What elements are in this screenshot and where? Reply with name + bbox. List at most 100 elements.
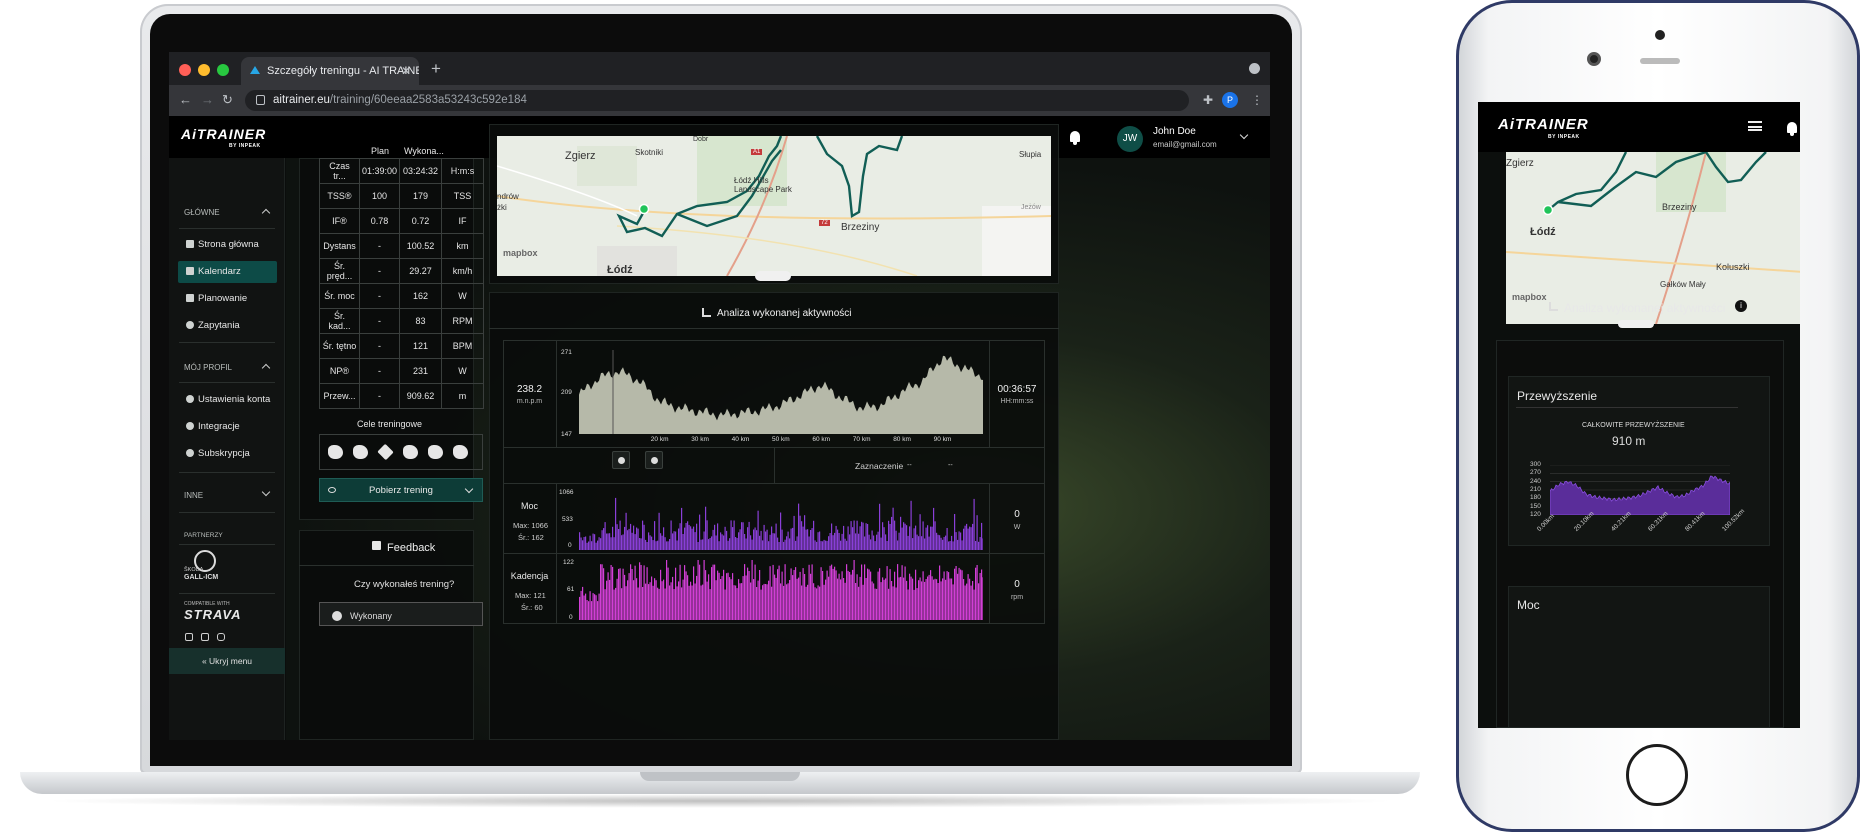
youtube-icon[interactable] (201, 633, 209, 641)
minimize-window-button[interactable] (198, 64, 210, 76)
phone-brand-logo[interactable]: AiTRAINER (1498, 116, 1589, 133)
target-toggle-button[interactable] (645, 451, 663, 469)
power-bar (898, 532, 900, 550)
sidebar: GŁÓWNE Strona główna Kalendarz Planowani… (169, 158, 285, 740)
cadence-bar (798, 577, 800, 620)
user-avatar[interactable]: JW (1117, 126, 1143, 152)
cadence-bar (754, 564, 756, 620)
favicon-icon (250, 66, 260, 74)
sidebar-item-questions[interactable]: Zapytania (178, 315, 277, 337)
sidebar-section-profile: MÓJ PROFIL (184, 363, 233, 372)
forward-icon[interactable]: → (201, 92, 214, 107)
sidebar-item-home[interactable]: Strona główna (178, 234, 277, 256)
cadence-bar (955, 566, 957, 620)
collapse-main-icon[interactable] (261, 208, 271, 218)
route-map[interactable]: Zgierz Skotniki Łódź Hills Landscape Par… (497, 136, 1051, 276)
download-training-button[interactable]: Pobierz trening (319, 478, 483, 502)
mapbox-logo[interactable]: mapbox (503, 248, 538, 258)
cadence-bar (586, 600, 588, 620)
new-tab-button[interactable]: + (431, 59, 441, 79)
map-info-icon[interactable]: i (1735, 300, 1747, 312)
cadence-chart[interactable] (579, 558, 983, 620)
cadence-bar (688, 585, 690, 620)
feedback-done-option[interactable]: Wykonany (319, 602, 483, 626)
phone-home-button[interactable] (1626, 744, 1688, 806)
power-bar (613, 537, 615, 550)
power-chart[interactable] (579, 488, 983, 550)
cadence-bar (768, 580, 770, 620)
cadence-bar (598, 593, 600, 620)
user-menu-chevron-icon[interactable] (1239, 130, 1249, 140)
user-name[interactable]: John Doe (1153, 126, 1196, 137)
power-bar (775, 523, 777, 550)
phone-analysis-title: Analiza wykonanej aktywności (1564, 301, 1726, 315)
sidebar-item-calendar[interactable]: Kalendarz (178, 261, 277, 283)
power-bar (628, 528, 630, 550)
tab-search-icon[interactable] (1249, 63, 1260, 74)
power-bar (937, 534, 939, 550)
sidebar-item-planning[interactable]: Planowanie (178, 288, 277, 310)
cadence-bar (703, 560, 705, 620)
cadence-bar (802, 568, 804, 620)
power-bar (684, 527, 686, 550)
cadence-bar (790, 568, 792, 620)
close-window-button[interactable] (179, 64, 191, 76)
summary-cell-done: 100.52 (399, 233, 443, 259)
strava-logo[interactable]: STRAVA (184, 607, 242, 622)
power-bar (889, 524, 891, 550)
expand-other-icon[interactable] (261, 487, 271, 497)
hide-menu-button[interactable]: « Ukryj menu (169, 648, 285, 674)
cadence-bar (948, 572, 950, 620)
hamburger-menu-icon[interactable] (1748, 121, 1762, 131)
cadence-bar (813, 583, 815, 620)
cadence-bar (792, 575, 794, 620)
summary-cell-unit: TSS (441, 183, 485, 209)
goal-icon-4 (403, 445, 418, 459)
facebook-icon[interactable] (185, 633, 193, 641)
profile-avatar[interactable]: P (1222, 92, 1238, 108)
phone-route-map[interactable]: Zgierz Brzeziny Łódź Koluszki Gałków Mał… (1506, 152, 1800, 324)
cadence-bar (970, 585, 972, 620)
phone-mapbox-logo[interactable]: mapbox (1512, 292, 1547, 302)
brand-logo[interactable]: AiTRAINER (181, 126, 266, 142)
cadence-bar (853, 560, 855, 620)
power-bar (798, 503, 800, 550)
sidebar-item-subscription[interactable]: Subskrypcja (178, 443, 277, 465)
cadence-bar (828, 576, 830, 620)
url-input[interactable]: aitrainer.eu/training/60eeaa2583a53243c5… (245, 90, 1189, 111)
notifications-bell-icon[interactable] (1070, 131, 1080, 145)
sidebar-item-label: Ustawienia konta (198, 394, 271, 405)
cadence-bar (799, 571, 801, 620)
elevation-chart[interactable] (579, 350, 983, 434)
back-icon[interactable]: ← (179, 92, 192, 107)
close-tab-icon[interactable]: ✕ (401, 64, 411, 78)
cadence-bar (880, 582, 882, 620)
sidebar-item-account-settings[interactable]: Ustawienia konta (178, 389, 277, 411)
browser-tab[interactable]: Szczegóły treningu - AI TRAINER ✕ (241, 57, 419, 85)
power-bar (705, 506, 707, 550)
collapse-profile-icon[interactable] (261, 363, 271, 373)
reload-icon[interactable]: ↻ (222, 92, 233, 108)
cadence-bar (783, 585, 785, 620)
map-pin-toggle-button[interactable] (612, 451, 630, 469)
extensions-icon[interactable]: ✚ (1203, 93, 1213, 107)
summary-row: Czas tr... 01:39:00 03:24:32 H:m:s (319, 158, 485, 184)
power-bar (762, 540, 764, 550)
map-resize-handle[interactable] (755, 271, 791, 281)
instagram-icon[interactable] (217, 633, 225, 641)
cadence-bar (609, 579, 611, 620)
phone-elevation-chart[interactable] (1550, 465, 1730, 515)
cadence-bar (943, 571, 945, 620)
power-bar (730, 520, 732, 550)
phone-screen: AiTRAINER BY INPEAK Zgierz Brzeziny Łódź… (1478, 102, 1800, 728)
browser-menu-icon[interactable]: ⋮ (1251, 93, 1263, 107)
phone-notifications-bell-icon[interactable] (1787, 122, 1797, 136)
maximize-window-button[interactable] (217, 64, 229, 76)
cadence-bar (964, 585, 966, 620)
cadence-bar (597, 601, 599, 620)
phone-map-resize-handle[interactable] (1618, 320, 1654, 328)
sidebar-item-integrations[interactable]: Integracje (178, 416, 277, 438)
power-avg: Śr.: 162 (518, 533, 544, 542)
power-bar (871, 530, 873, 550)
cadence-bar (942, 578, 944, 620)
